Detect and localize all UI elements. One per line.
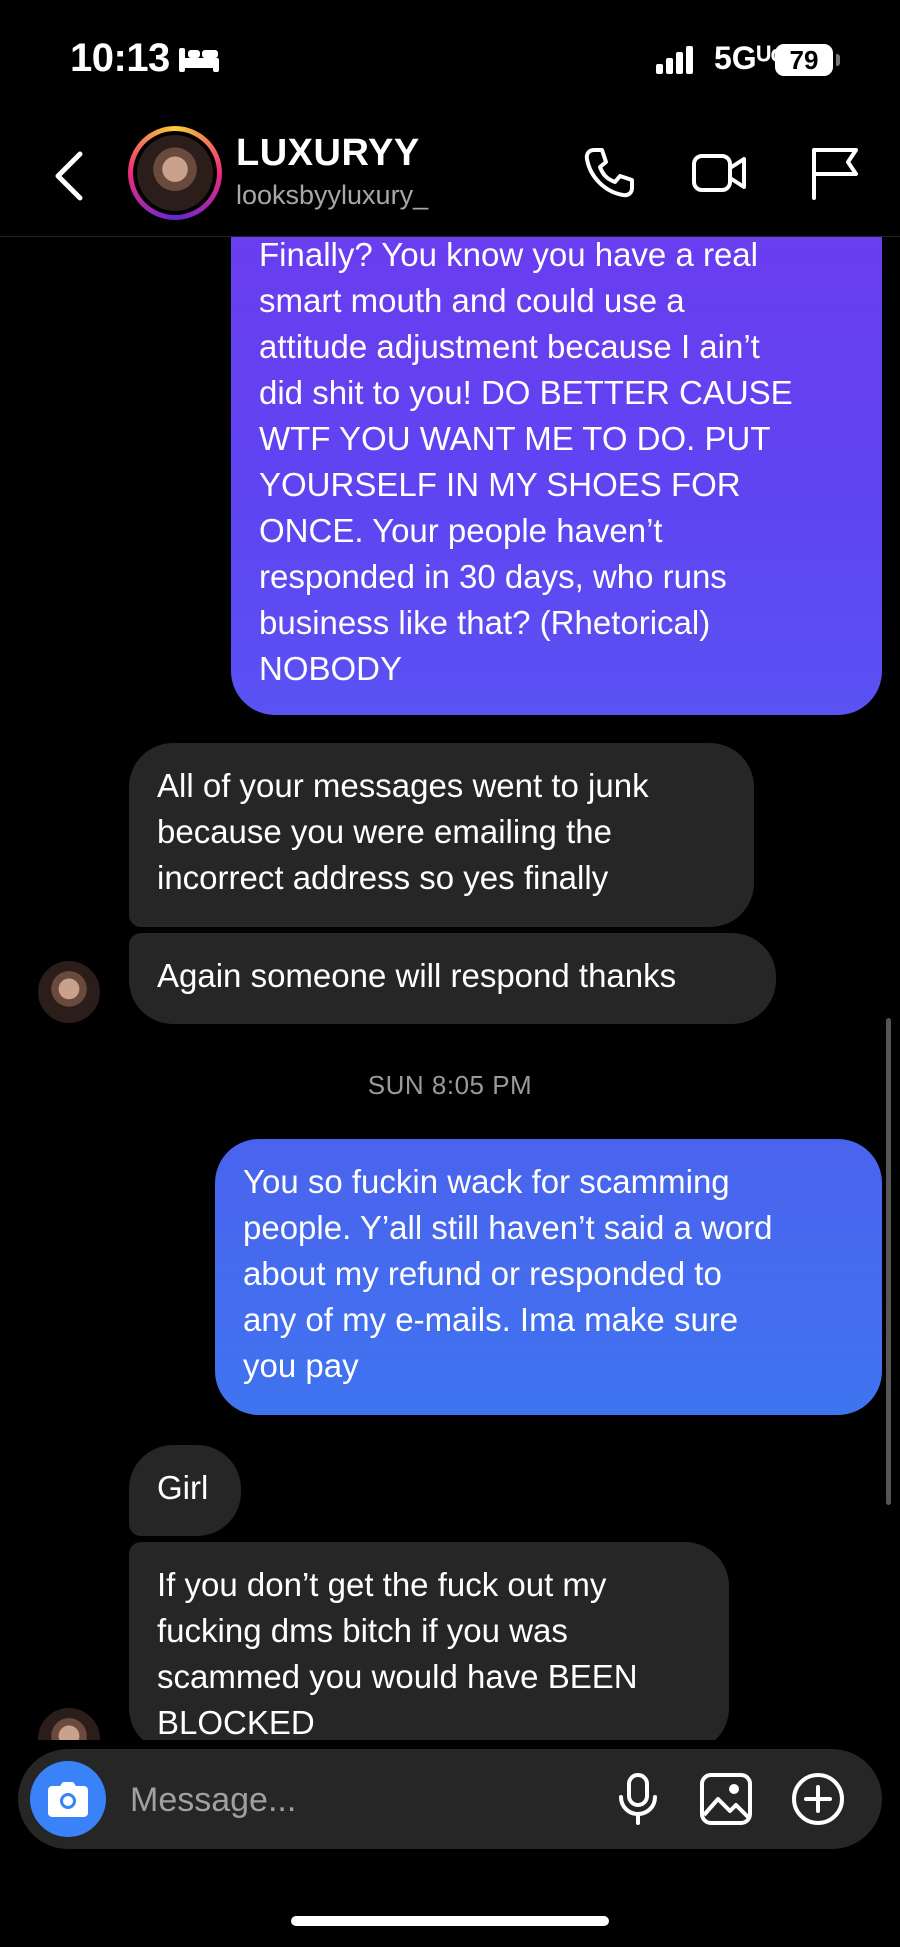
- message-received[interactable]: If you don’t get the fuck out my fucking…: [129, 1542, 729, 1752]
- avatar-photo: [137, 135, 213, 211]
- contact-avatar[interactable]: [128, 126, 222, 220]
- avatar-frame: [133, 131, 217, 215]
- microphone-icon[interactable]: [610, 1771, 666, 1827]
- message-sent[interactable]: You so fuckin wack for scamming people. …: [215, 1139, 882, 1415]
- camera-icon: [48, 1782, 88, 1817]
- instagram-dm-screen: 10:13 5Gᵁᶜ 79 Finally? You know you have…: [0, 0, 900, 1947]
- status-bar: 10:13 5Gᵁᶜ 79: [0, 0, 900, 118]
- status-time: 10:13: [70, 36, 170, 80]
- plus-circle-icon[interactable]: [790, 1771, 846, 1827]
- camera-button[interactable]: [30, 1761, 106, 1837]
- message-input[interactable]: [128, 1773, 492, 1827]
- gallery-icon[interactable]: [698, 1771, 754, 1827]
- contact-handle[interactable]: looksbyyluxury_: [236, 180, 428, 211]
- scrollbar[interactable]: [886, 1018, 891, 1505]
- home-indicator[interactable]: [291, 1916, 609, 1926]
- bed-icon: [179, 48, 219, 72]
- contact-name[interactable]: LUXURYY: [236, 132, 420, 175]
- message-received[interactable]: Girl: [129, 1445, 241, 1536]
- sender-avatar[interactable]: [38, 961, 100, 1023]
- chat-header: LUXURYY looksbyyluxury_: [0, 118, 900, 237]
- back-icon[interactable]: [50, 148, 90, 204]
- message-sent[interactable]: Finally? You know you have a real smart …: [231, 220, 882, 715]
- message-received[interactable]: All of your messages went to junk becaus…: [129, 743, 754, 927]
- message-timestamp: SUN 8:05 PM: [367, 1070, 533, 1100]
- message-composer: [18, 1749, 882, 1849]
- network-type: 5Gᵁᶜ: [714, 40, 783, 76]
- signal-icon: [656, 46, 693, 74]
- battery-nub: [836, 54, 840, 66]
- message-received[interactable]: Again someone will respond thanks: [129, 933, 776, 1024]
- video-icon[interactable]: [690, 144, 748, 202]
- flag-icon[interactable]: [806, 144, 864, 202]
- battery-level: 79: [775, 44, 833, 76]
- phone-icon[interactable]: [580, 144, 638, 202]
